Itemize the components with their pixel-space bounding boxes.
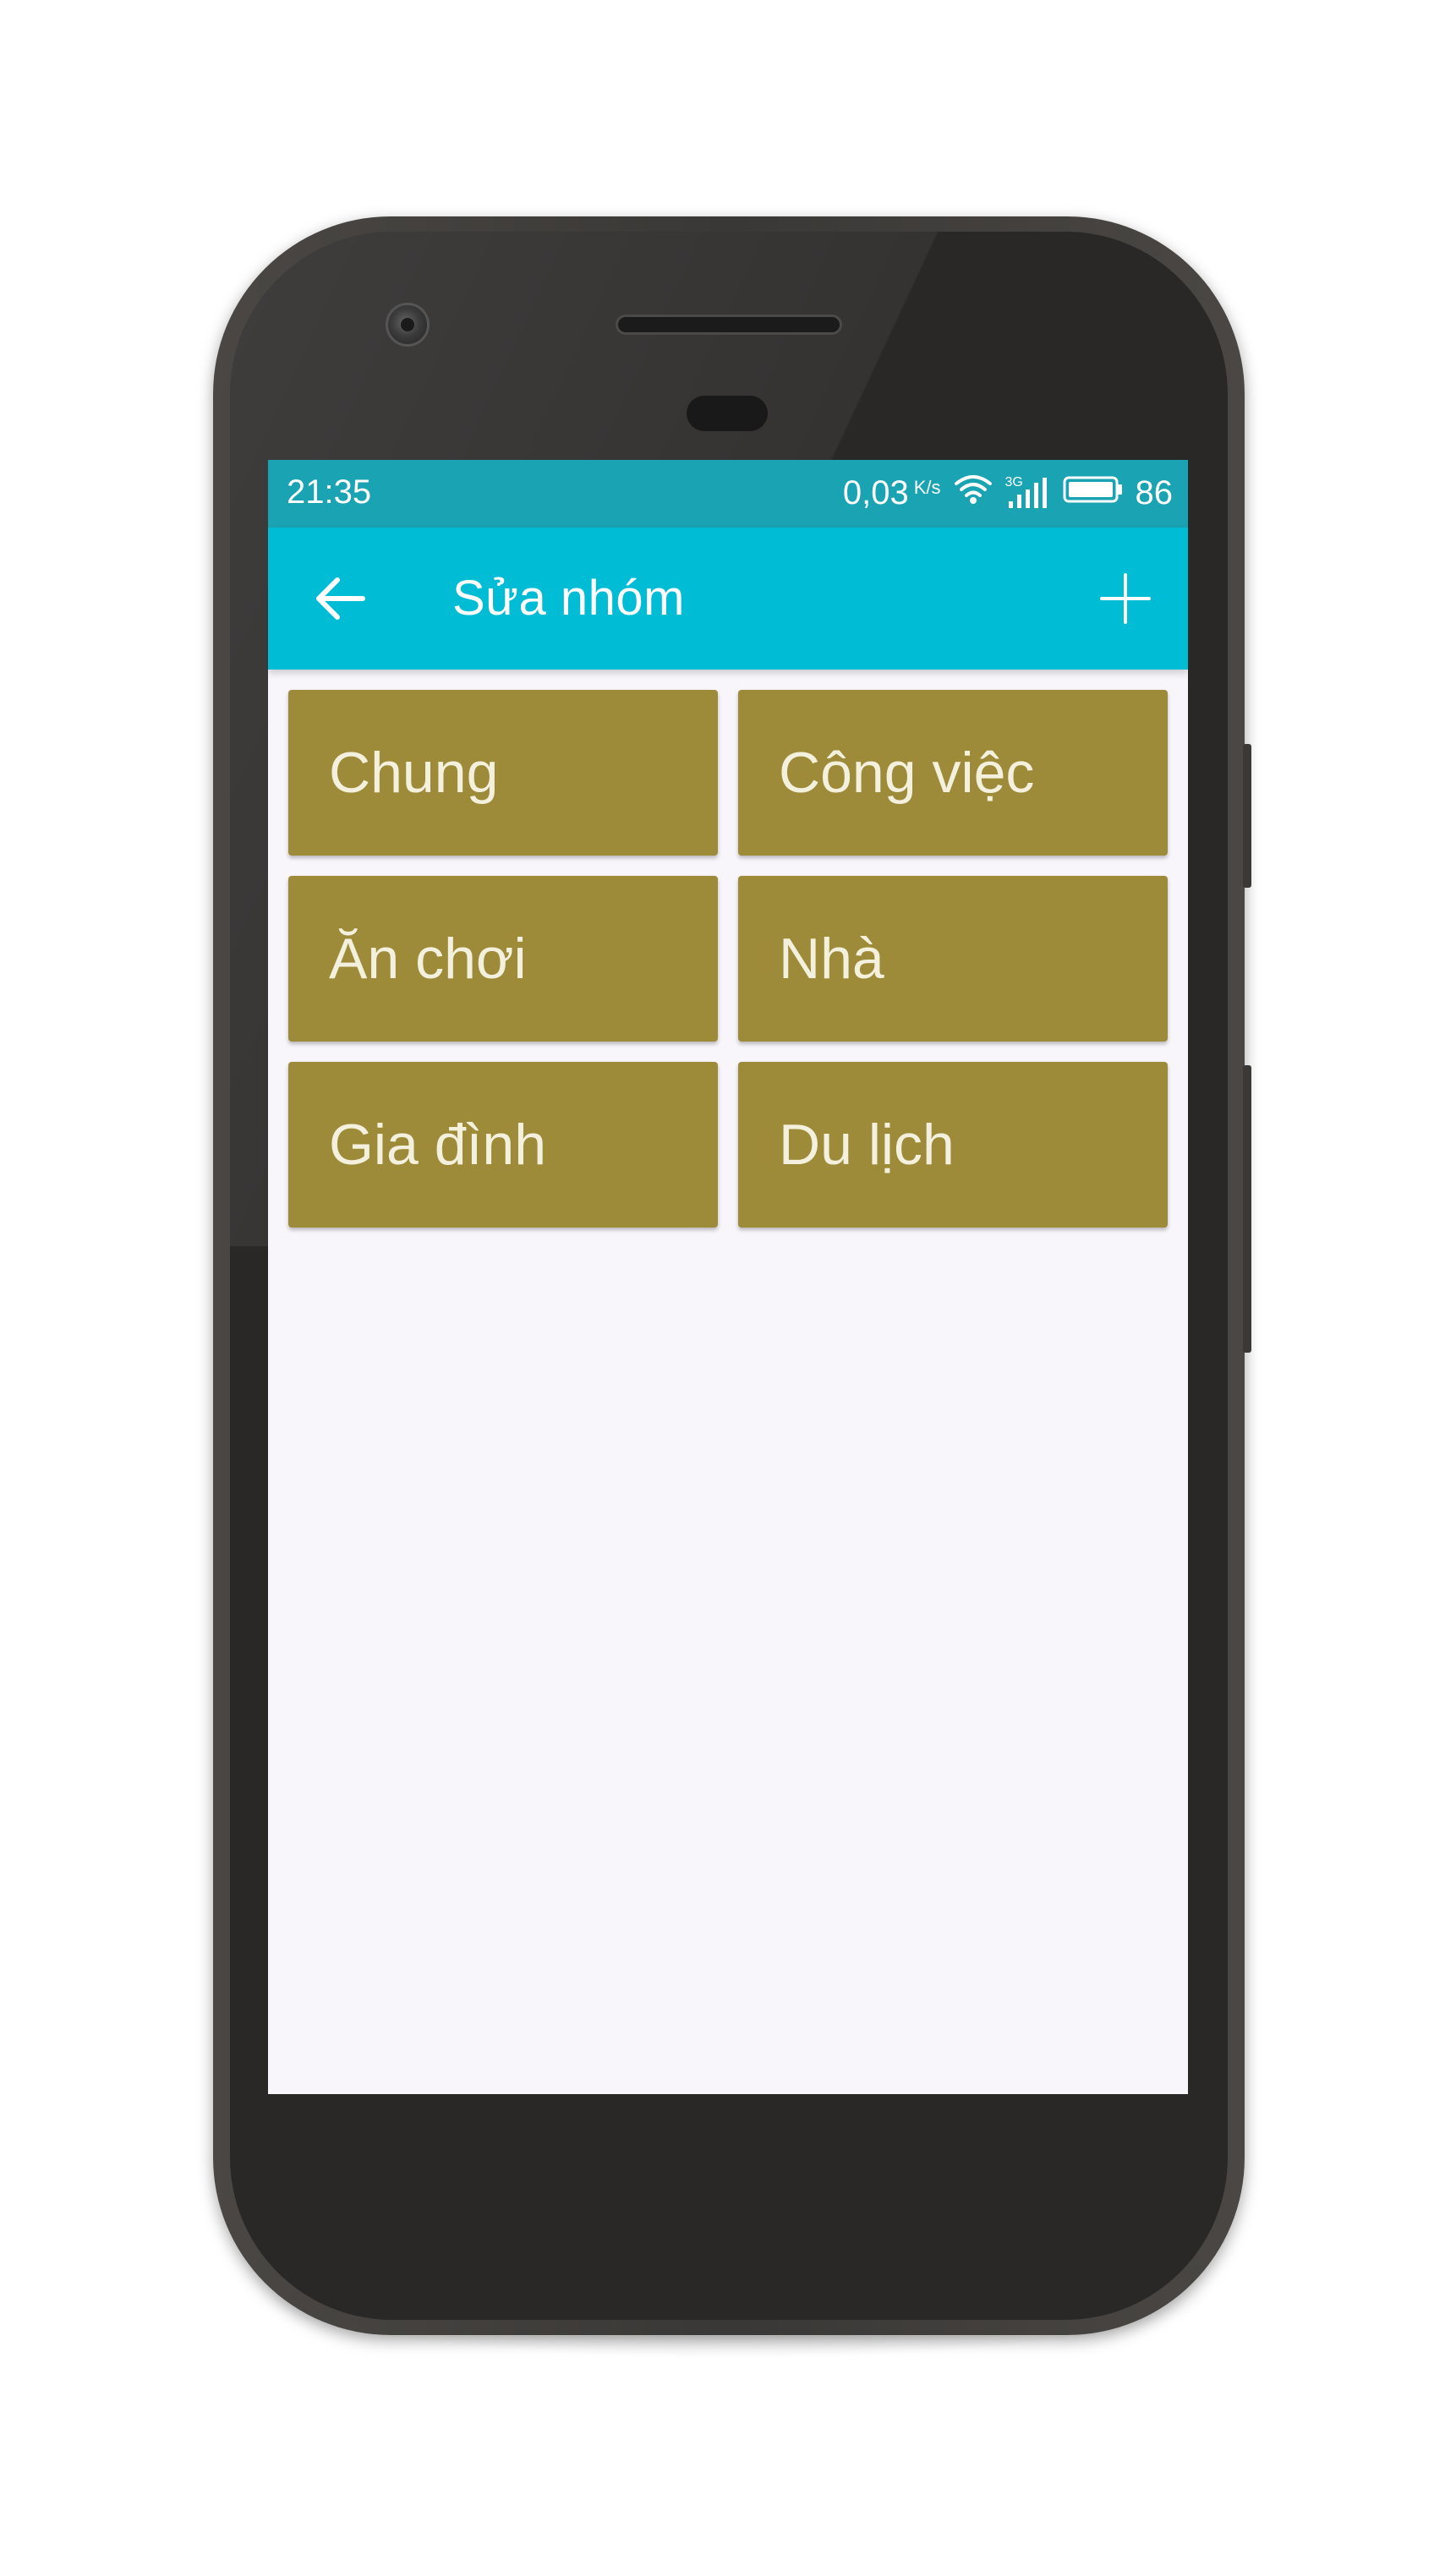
group-label: Nhà bbox=[779, 927, 884, 991]
group-card-an-choi[interactable]: Ăn chơi bbox=[288, 876, 718, 1042]
group-card-nha[interactable]: Nhà bbox=[738, 876, 1168, 1042]
arrow-left-icon bbox=[307, 577, 375, 636]
group-card-du-lich[interactable]: Du lịch bbox=[738, 1062, 1168, 1228]
power-button bbox=[1243, 744, 1251, 888]
group-label: Du lịch bbox=[779, 1113, 955, 1177]
group-grid: Chung Công việc Ăn chơi Nhà Gia đình Du … bbox=[288, 690, 1168, 1228]
group-label: Chung bbox=[329, 741, 499, 805]
earpiece-speaker bbox=[616, 314, 842, 335]
battery-icon bbox=[1063, 474, 1124, 512]
status-bar: 21:35 0,03 K/s 3G 86 bbox=[268, 460, 1188, 528]
back-button[interactable] bbox=[307, 565, 375, 632]
status-time: 21:35 bbox=[287, 473, 372, 511]
front-camera bbox=[386, 303, 430, 347]
group-label: Gia đình bbox=[329, 1113, 547, 1177]
signal-icon: 3G bbox=[1005, 476, 1051, 510]
net-speed-unit: K/s bbox=[913, 477, 941, 498]
group-card-cong-viec[interactable]: Công việc bbox=[738, 690, 1168, 856]
add-group-button[interactable] bbox=[1092, 565, 1159, 632]
plus-icon bbox=[1092, 573, 1159, 636]
group-label: Ăn chơi bbox=[329, 927, 527, 991]
page-title: Sửa nhóm bbox=[452, 571, 685, 626]
wifi-icon bbox=[953, 472, 993, 514]
group-label: Công việc bbox=[779, 741, 1035, 805]
group-card-chung[interactable]: Chung bbox=[288, 690, 718, 856]
net-speed: 0,03 bbox=[842, 473, 909, 511]
volume-button bbox=[1243, 1065, 1251, 1353]
battery-level: 86 bbox=[1135, 473, 1174, 511]
app-screen: 21:35 0,03 K/s 3G 86 Sửa nhóm Chung Công… bbox=[268, 460, 1188, 2094]
group-card-gia-dinh[interactable]: Gia đình bbox=[288, 1062, 718, 1228]
status-indicators: 0,03 K/s 3G 86 bbox=[843, 472, 1173, 514]
proximity-sensor bbox=[687, 396, 768, 431]
app-bar: Sửa nhóm bbox=[268, 528, 1188, 670]
